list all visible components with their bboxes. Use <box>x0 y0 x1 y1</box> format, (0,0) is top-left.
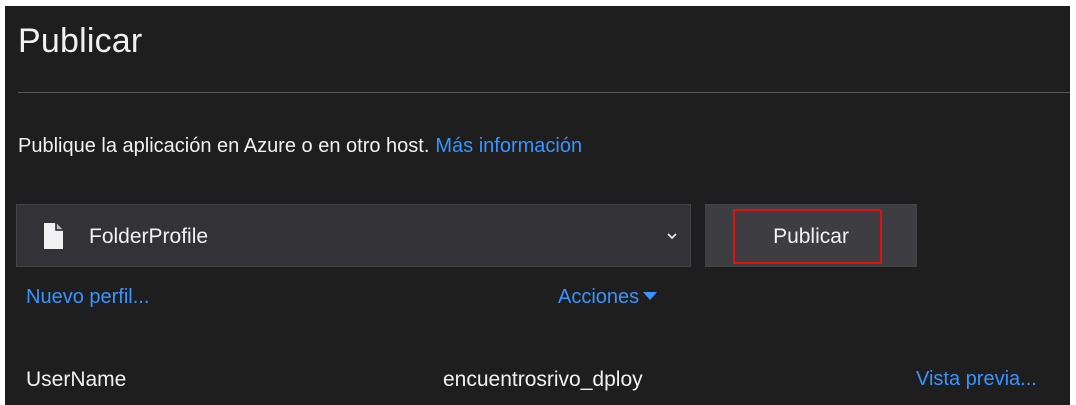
profile-label: FolderProfile <box>89 225 209 248</box>
title-divider <box>18 92 1070 93</box>
profile-dropdown[interactable]: FolderProfile <box>16 204 691 267</box>
description-row: Publique la aplicación en Azure o en otr… <box>18 135 582 158</box>
preview-link[interactable]: Vista previa... <box>916 368 1037 391</box>
publish-button[interactable]: Publicar <box>705 204 917 267</box>
actions-label: Acciones <box>558 286 640 308</box>
username-label: UserName <box>26 368 127 391</box>
chevron-down-icon <box>667 233 677 240</box>
file-icon <box>44 223 63 249</box>
caret-down-icon <box>643 292 658 300</box>
more-info-link[interactable]: Más información <box>435 135 582 157</box>
username-value: encuentrosrivo_dploy <box>443 368 643 391</box>
publish-panel: Publicar Publique la aplicación en Azure… <box>5 6 1070 405</box>
page-title: Publicar <box>18 22 143 60</box>
description-text: Publique la aplicación en Azure o en otr… <box>18 135 430 157</box>
actions-menu-link[interactable]: Acciones <box>558 286 658 309</box>
publish-button-label: Publicar <box>773 225 849 248</box>
new-profile-link[interactable]: Nuevo perfil... <box>26 286 149 309</box>
